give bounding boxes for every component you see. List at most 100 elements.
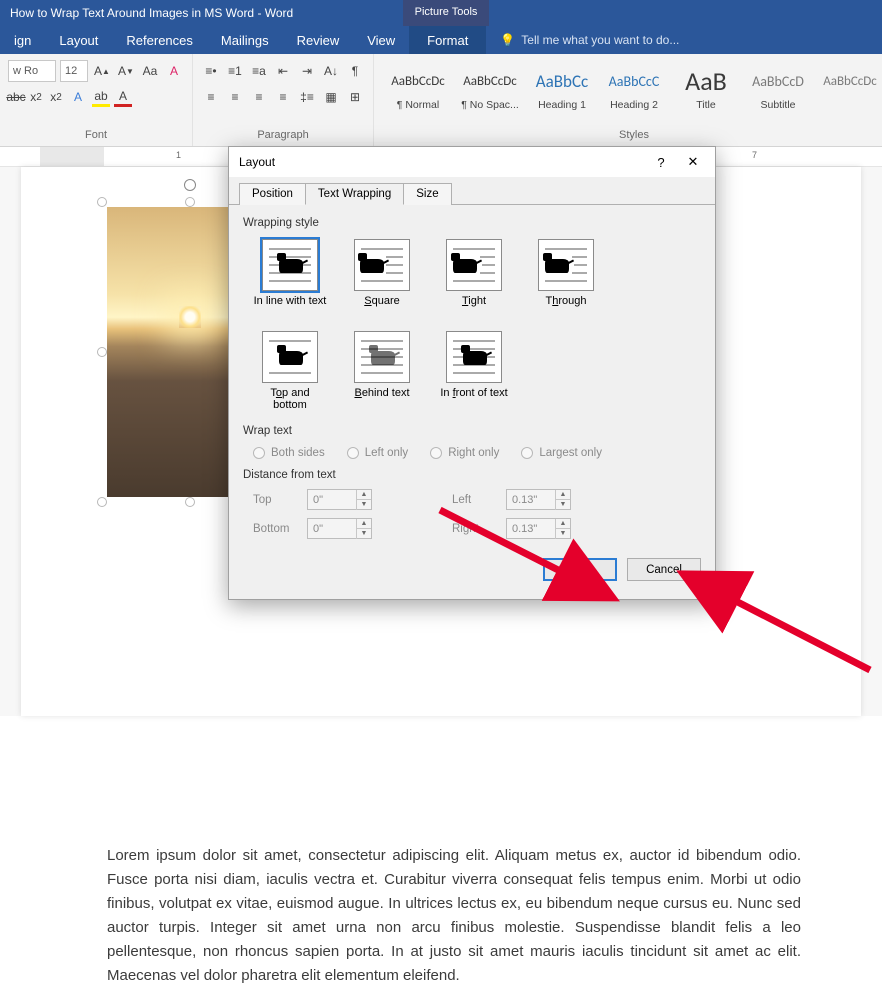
tell-me-search[interactable]: 💡 Tell me what you want to do...: [500, 33, 679, 47]
dist-bottom-label: Bottom: [253, 523, 297, 535]
superscript-button[interactable]: x2: [48, 87, 64, 107]
tab-view[interactable]: View: [353, 26, 409, 54]
wrap-behind-label: Behind text: [354, 387, 409, 399]
style-card[interactable]: AaBbCcHeading 1: [526, 58, 598, 122]
highlight-button[interactable]: ab: [92, 87, 110, 107]
dist-top-input: [308, 494, 356, 506]
tab-size[interactable]: Size: [403, 183, 451, 205]
increase-indent-button[interactable]: ⇥: [297, 61, 317, 81]
tab-layout[interactable]: Layout: [45, 26, 112, 54]
wrap-through-label: Through: [546, 295, 587, 307]
dist-bottom-spinner: ▲▼: [307, 518, 372, 539]
dialog-titlebar[interactable]: Layout ? ✕: [229, 147, 715, 177]
borders-button[interactable]: ⊞: [345, 87, 365, 107]
layout-dialog: Layout ? ✕ Position Text Wrapping Size W…: [228, 146, 716, 600]
dist-top-label: Top: [253, 494, 297, 506]
paragraph-group-label: Paragraph: [201, 126, 365, 146]
bullets-button[interactable]: ≡•: [201, 61, 221, 81]
style-card[interactable]: AaBbCcDc¶ No Spac...: [454, 58, 526, 122]
context-tab-label: Picture Tools: [403, 0, 490, 26]
multilevel-button[interactable]: ≡a: [249, 61, 269, 81]
font-name-combo[interactable]: w Ro: [8, 60, 56, 82]
sort-button[interactable]: A↓: [321, 61, 341, 81]
clear-formatting-button[interactable]: A: [164, 61, 184, 81]
wrap-topbottom[interactable]: Top and bottom: [253, 331, 327, 411]
font-group: w Ro 12 A▲ A▼ Aa A abc x2 x2 A ab A Font: [0, 54, 193, 146]
line-spacing-button[interactable]: ‡≡: [297, 87, 317, 107]
shrink-font-button[interactable]: A▼: [116, 61, 136, 81]
align-left-button[interactable]: ≡: [201, 87, 221, 107]
dist-left-label: Left: [452, 494, 496, 506]
font-size-combo[interactable]: 12: [60, 60, 88, 82]
show-marks-button[interactable]: ¶: [345, 61, 365, 81]
style-card[interactable]: AaBbCcDc: [814, 58, 882, 122]
ribbon-tabs: ign Layout References Mailings Review Vi…: [0, 26, 882, 54]
resize-handle-t[interactable]: [185, 197, 195, 207]
dist-right-label: Right: [452, 523, 496, 535]
ruler-mark-7: 7: [752, 150, 757, 160]
change-case-button[interactable]: Aa: [140, 61, 160, 81]
resize-handle-b[interactable]: [185, 497, 195, 507]
styles-group-label: Styles: [382, 126, 882, 146]
ribbon: w Ro 12 A▲ A▼ Aa A abc x2 x2 A ab A Font…: [0, 54, 882, 147]
radio-both-sides: Both sides: [253, 447, 325, 459]
subscript-button[interactable]: x2: [28, 87, 44, 107]
tab-format[interactable]: Format: [409, 26, 486, 54]
justify-button[interactable]: ≡: [273, 87, 293, 107]
ok-button[interactable]: OK: [543, 558, 617, 581]
tab-position[interactable]: Position: [239, 183, 306, 205]
wrap-infront[interactable]: In front of text: [437, 331, 511, 411]
strikethrough-button[interactable]: abc: [8, 87, 24, 107]
font-color-button[interactable]: A: [114, 87, 132, 107]
style-card[interactable]: AaBbCcDc¶ Normal: [382, 58, 454, 122]
wrap-tight[interactable]: Tight: [437, 239, 511, 307]
style-card[interactable]: AaBbCcDSubtitle: [742, 58, 814, 122]
style-card[interactable]: AaBbCcCHeading 2: [598, 58, 670, 122]
style-card[interactable]: AaBTitle: [670, 58, 742, 122]
tab-review[interactable]: Review: [283, 26, 354, 54]
wrap-behind[interactable]: Behind text: [345, 331, 419, 411]
tab-references[interactable]: References: [112, 26, 206, 54]
tab-mailings[interactable]: Mailings: [207, 26, 283, 54]
resize-handle-l[interactable]: [97, 347, 107, 357]
wrap-infront-label: In front of text: [440, 387, 507, 399]
dist-bottom-input: [308, 523, 356, 535]
grow-font-button[interactable]: A▲: [92, 61, 112, 81]
align-right-button[interactable]: ≡: [249, 87, 269, 107]
resize-handle-tl[interactable]: [97, 197, 107, 207]
resize-handle-bl[interactable]: [97, 497, 107, 507]
rotate-handle[interactable]: [184, 179, 196, 191]
distance-label: Distance from text: [243, 465, 701, 485]
lightbulb-icon: 💡: [500, 33, 515, 47]
radio-right-only: Right only: [430, 447, 499, 459]
ruler-mark-1: 1: [176, 150, 181, 160]
numbering-button[interactable]: ≡1: [225, 61, 245, 81]
wrap-square[interactable]: Square: [345, 239, 419, 307]
dialog-help-button[interactable]: ?: [645, 150, 677, 174]
window-title: How to Wrap Text Around Images in MS Wor…: [0, 6, 403, 20]
text-effects-button[interactable]: A: [68, 87, 88, 107]
styles-group: AaBbCcDc¶ NormalAaBbCcDc¶ No Spac...AaBb…: [374, 54, 882, 146]
paragraph-group: ≡• ≡1 ≡a ⇤ ⇥ A↓ ¶ ≡ ≡ ≡ ≡ ‡≡ ▦ ⊞ Paragra…: [193, 54, 374, 146]
wrap-square-label: Square: [364, 295, 399, 307]
wrap-through[interactable]: Through: [529, 239, 603, 307]
dist-top-spinner: ▲▼: [307, 489, 372, 510]
dialog-tabs: Position Text Wrapping Size: [229, 177, 715, 205]
radio-largest-only: Largest only: [521, 447, 602, 459]
wrap-tight-label: Tight: [462, 295, 486, 307]
shading-button[interactable]: ▦: [321, 87, 341, 107]
wrap-inline-label: In line with text: [254, 295, 327, 307]
dist-left-input: [507, 494, 555, 506]
tell-me-placeholder: Tell me what you want to do...: [521, 33, 679, 47]
dist-left-spinner: ▲▼: [506, 489, 571, 510]
tab-design[interactable]: ign: [0, 26, 45, 54]
dialog-title: Layout: [239, 155, 645, 169]
wrap-inline[interactable]: In line with text: [253, 239, 327, 307]
dist-right-input: [507, 523, 555, 535]
dialog-close-button[interactable]: ✕: [677, 150, 709, 174]
cancel-button[interactable]: Cancel: [627, 558, 701, 581]
tab-text-wrapping[interactable]: Text Wrapping: [305, 183, 404, 205]
wrapping-style-label: Wrapping style: [243, 213, 701, 233]
align-center-button[interactable]: ≡: [225, 87, 245, 107]
decrease-indent-button[interactable]: ⇤: [273, 61, 293, 81]
